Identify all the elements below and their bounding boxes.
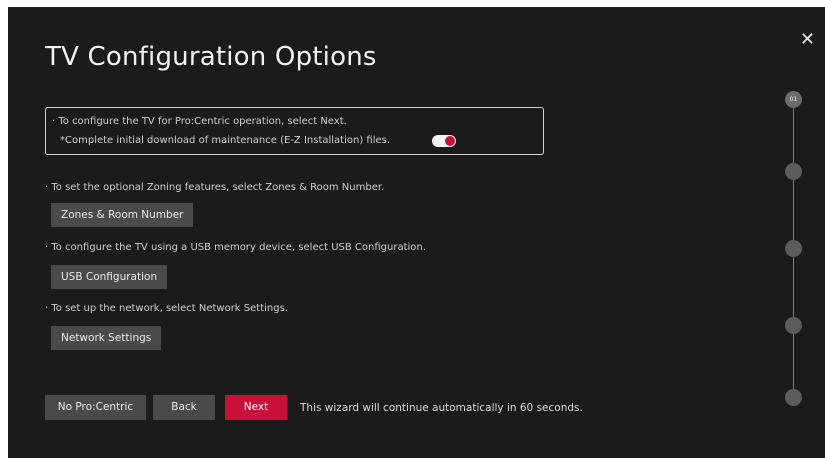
zones-room-number-button[interactable]: Zones & Room Number: [51, 203, 194, 227]
step-indicator: [785, 317, 802, 334]
usb-instruction: · To configure the TV using a USB memory…: [45, 242, 426, 253]
close-icon[interactable]: ✕: [800, 31, 815, 49]
ez-installation-note: *Complete initial download of maintenanc…: [60, 135, 391, 146]
step-indicator: [785, 240, 802, 257]
page-title: TV Configuration Options: [45, 42, 377, 72]
procentric-instruction: · To configure the TV for Pro:Centric op…: [52, 116, 347, 127]
network-settings-button[interactable]: Network Settings: [51, 326, 162, 350]
network-instruction: · To set up the network, select Network …: [45, 303, 288, 314]
next-button[interactable]: Next: [225, 395, 287, 420]
usb-configuration-button[interactable]: USB Configuration: [51, 265, 168, 289]
zoning-instruction: · To set the optional Zoning features, s…: [45, 182, 385, 193]
step-indicator: [785, 389, 802, 406]
auto-continue-note: This wizard will continue automatically …: [300, 402, 583, 414]
step-indicator: [785, 163, 802, 180]
back-button[interactable]: Back: [153, 395, 215, 420]
toggle-knob: [445, 136, 455, 146]
no-procentric-button[interactable]: No Pro:Centric: [45, 395, 146, 420]
wizard-screen: TV Configuration Options ✕ · To configur…: [8, 7, 825, 458]
ez-installation-toggle[interactable]: [432, 135, 456, 147]
step-indicator-active: 01: [785, 91, 802, 108]
procentric-info-box: · To configure the TV for Pro:Centric op…: [45, 107, 544, 155]
